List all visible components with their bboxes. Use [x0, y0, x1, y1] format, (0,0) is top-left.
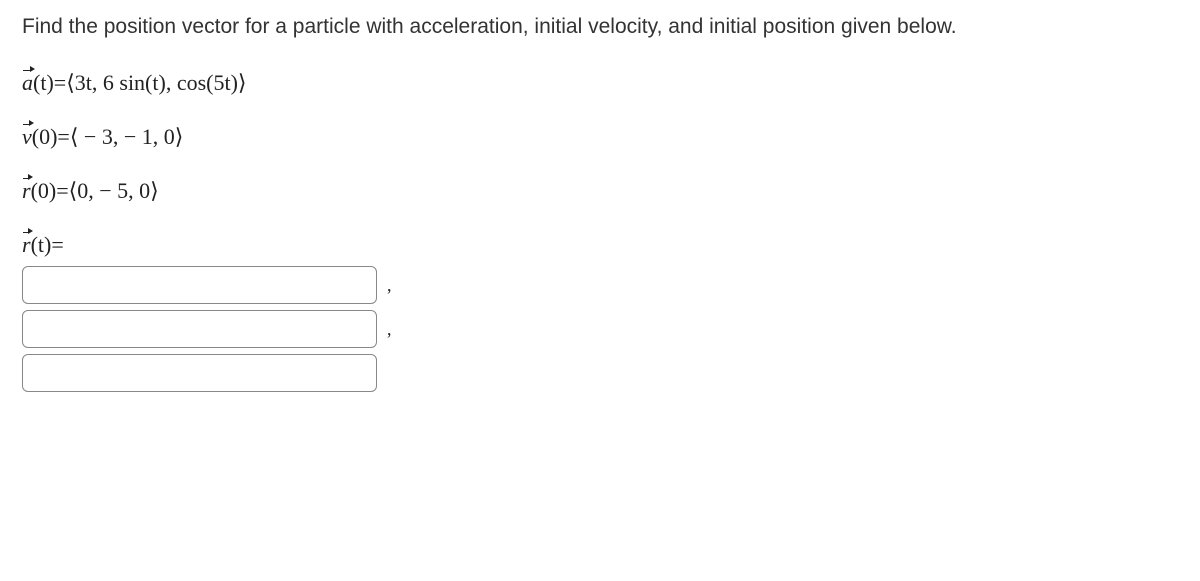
vector-symbol-r0: r [22, 178, 31, 204]
equation-rhs: ⟨3t, 6 sin(t), cos(5t)⟩ [66, 70, 246, 96]
equation-arg: (t) [31, 232, 52, 258]
equation-arg: (0) [32, 124, 58, 150]
equals-sign: = [51, 232, 63, 258]
equals-sign: = [54, 70, 66, 96]
equation-initial-velocity: v(0) = ⟨ − 3, − 1, 0⟩ [22, 124, 1178, 150]
problem-statement: Find the position vector for a particle … [22, 12, 1178, 42]
answer-row-z [22, 354, 1178, 392]
equation-result-label: r(t) = [22, 232, 1178, 258]
answer-input-y[interactable] [22, 310, 377, 348]
answer-input-z[interactable] [22, 354, 377, 392]
equation-acceleration: a(t) = ⟨3t, 6 sin(t), cos(5t)⟩ [22, 70, 1178, 96]
equation-arg: (0) [31, 178, 57, 204]
equals-sign: = [56, 178, 68, 204]
equals-sign: = [57, 124, 69, 150]
equation-rhs: ⟨ − 3, − 1, 0⟩ [70, 124, 183, 150]
problem-container: Find the position vector for a particle … [0, 0, 1200, 410]
vector-symbol-v: v [22, 124, 32, 150]
equation-initial-position: r(0) = ⟨0, − 5, 0⟩ [22, 178, 1178, 204]
vector-symbol-a: a [22, 70, 33, 96]
separator-comma: , [387, 319, 392, 340]
answer-input-x[interactable] [22, 266, 377, 304]
answer-row-y: , [22, 310, 1178, 348]
answer-row-x: , [22, 266, 1178, 304]
equation-rhs: ⟨0, − 5, 0⟩ [69, 178, 159, 204]
separator-comma: , [387, 275, 392, 296]
equation-arg: (t) [33, 70, 54, 96]
vector-symbol-rt: r [22, 232, 31, 258]
